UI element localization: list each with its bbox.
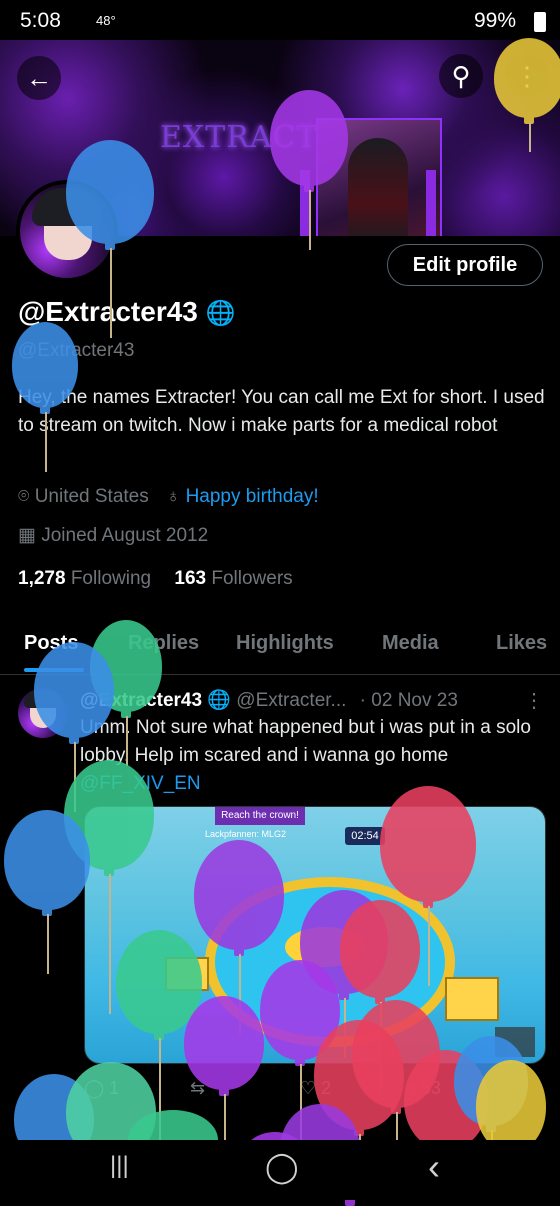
tweet-header: @Extracter43 🌐 @Extracter... · 02 Nov 23 xyxy=(80,688,458,712)
tweet-author-name[interactable]: @Extracter43 xyxy=(80,690,202,711)
followers-link[interactable]: 163 Followers xyxy=(174,568,292,589)
joined-row: ▦ Joined August 2012 xyxy=(18,524,208,547)
tweet-media-image[interactable]: Reach the crown! Lackpfannen: MLG2 02:54 xyxy=(84,806,546,1064)
tab-posts[interactable]: Posts xyxy=(24,632,78,655)
reply-action[interactable]: ◯ 1 xyxy=(84,1078,119,1099)
location-icon: ⌾ xyxy=(18,486,30,507)
location-text: United States xyxy=(34,486,149,507)
tweet-mention-link[interactable]: @FF_XIV_EN xyxy=(80,773,201,794)
globe-icon: 🌐 xyxy=(207,690,231,711)
calendar-icon: ▦ xyxy=(18,525,36,546)
balloon-string xyxy=(396,1112,398,1140)
profile-meta-row: ⌾ United States ♁ Happy birthday! xyxy=(18,486,319,508)
balloon xyxy=(404,1050,488,1156)
banner-bar xyxy=(300,170,310,236)
display-name: @Extracter43 🌐 xyxy=(18,296,236,328)
tweet-text: Umm. Not sure what happened but i was pu… xyxy=(80,714,540,798)
balloon-string xyxy=(491,1130,493,1140)
media-obstacle xyxy=(165,957,209,991)
avatar-hair xyxy=(32,188,102,226)
banner-character-art xyxy=(316,118,442,236)
active-tab-indicator xyxy=(24,668,84,672)
battery-icon xyxy=(534,12,546,32)
balloon-string xyxy=(74,742,76,812)
balloon-string xyxy=(224,1094,226,1140)
more-options-button[interactable]: ⋮ xyxy=(505,54,549,98)
media-obstacle xyxy=(445,977,499,1021)
banner-bar xyxy=(426,170,436,236)
back-button[interactable]: ← xyxy=(17,56,61,100)
search-button[interactable]: ⚲ xyxy=(439,54,483,98)
system-back-button[interactable]: ‹ xyxy=(428,1146,440,1188)
joined-text: Joined August 2012 xyxy=(41,525,209,546)
following-label: Following xyxy=(70,568,152,589)
media-platform xyxy=(285,927,365,967)
profile-bio: Hey, the names Extracter! You can call m… xyxy=(18,387,545,436)
android-nav-bar: ||| ◯ ‹ xyxy=(0,1140,560,1200)
status-battery: 99% xyxy=(473,9,516,32)
tweet-avatar[interactable] xyxy=(18,688,68,738)
view-count: 53 xyxy=(420,1078,441,1098)
balloon-string xyxy=(47,914,49,974)
status-bar: 5:08 48° 99% xyxy=(0,0,560,44)
status-time: 5:08 xyxy=(20,9,61,32)
recent-apps-button[interactable]: ||| xyxy=(110,1152,129,1180)
reply-count: 1 xyxy=(109,1078,120,1098)
profile-tabs: Posts Replies Highlights Media Likes xyxy=(0,622,560,675)
views-action[interactable]: ▮ 53 xyxy=(406,1078,441,1099)
following-count: 1,278 xyxy=(18,568,66,589)
following-link[interactable]: 1,278 Following xyxy=(18,568,151,589)
tweet-more-icon[interactable]: ⋮ xyxy=(524,688,544,713)
edit-profile-button[interactable]: Edit profile xyxy=(387,244,543,286)
like-icon: ♡ xyxy=(300,1078,317,1098)
balloon xyxy=(4,810,90,916)
views-icon: ▮ xyxy=(406,1078,416,1098)
tab-highlights[interactable]: Highlights xyxy=(236,632,334,655)
tab-replies[interactable]: Replies xyxy=(128,632,199,655)
display-name-text: @Extracter43 xyxy=(18,296,198,327)
tab-likes[interactable]: Likes xyxy=(496,632,547,655)
balloon xyxy=(476,1060,546,1158)
media-emote-wheel xyxy=(495,1027,535,1057)
reply-icon: ◯ xyxy=(84,1078,105,1098)
status-temperature: 48° xyxy=(96,13,116,28)
media-timer: 02:54 xyxy=(345,827,385,845)
balloon-string xyxy=(300,1064,302,1140)
profile-handle: @Extracter43 xyxy=(18,340,135,361)
followers-count: 163 xyxy=(174,568,207,589)
followers-label: Followers xyxy=(211,568,293,589)
profile-avatar[interactable] xyxy=(16,180,118,282)
birthday-link[interactable]: Happy birthday! xyxy=(186,486,319,507)
tweet-text-body: Umm. Not sure what happened but i was pu… xyxy=(80,717,531,766)
tab-media[interactable]: Media xyxy=(382,632,439,655)
tweet-author-handle: @Extracter... xyxy=(236,690,347,711)
like-count: 2 xyxy=(321,1078,332,1098)
like-action[interactable]: ♡ 2 xyxy=(300,1078,331,1099)
birthday-icon: ♁ xyxy=(166,486,181,507)
media-lobby-text: Lackpfannen: MLG2 xyxy=(205,829,287,839)
retweet-icon[interactable]: ⇆ xyxy=(190,1078,205,1099)
tweet-date: · 02 Nov 23 xyxy=(359,690,458,711)
home-button[interactable]: ◯ xyxy=(265,1150,299,1185)
tweet-avatar-hair xyxy=(24,690,62,708)
globe-icon: 🌐 xyxy=(205,300,236,327)
character-figure xyxy=(348,138,408,236)
follow-counts: 1,278 Following 163 Followers xyxy=(18,568,293,590)
media-banner: Reach the crown! xyxy=(215,807,305,825)
